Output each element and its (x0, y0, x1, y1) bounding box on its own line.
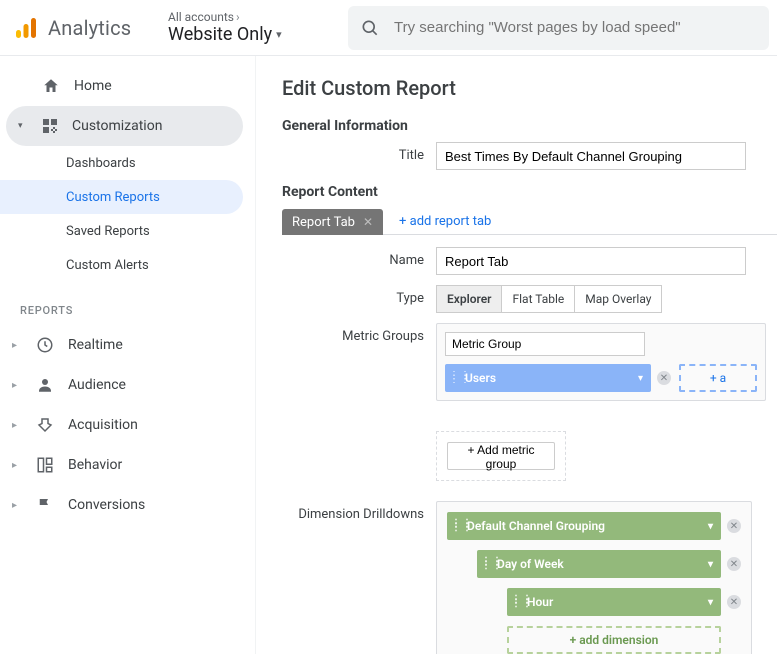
add-dimension-button[interactable]: + add dimension (507, 626, 721, 654)
caret-down-icon: ▾ (276, 28, 282, 41)
title-label: Title (282, 142, 436, 163)
caret-down-icon: ▾ (708, 559, 713, 570)
remove-dimension-icon[interactable]: ✕ (727, 519, 741, 533)
dimension-chip-2[interactable]: ⋮⋮⋮⋮ Hour ▾ (507, 588, 721, 616)
sidebar-sub-dashboards[interactable]: Dashboards (0, 146, 243, 180)
clock-icon (34, 336, 56, 354)
metric-groups-label: Metric Groups (282, 323, 436, 344)
home-icon (42, 77, 60, 95)
add-metric-slot[interactable]: + a (679, 364, 757, 392)
dimension-drilldowns-label: Dimension Drilldowns (282, 501, 436, 522)
customization-icon (42, 118, 58, 134)
chevron-right-icon: ▸ (12, 340, 22, 351)
sidebar-item-conversions[interactable]: ▸ Conversions (0, 485, 255, 525)
dimension-drilldown-box: ⋮⋮⋮⋮ Default Channel Grouping ▾ ✕ ⋮⋮⋮⋮ D… (436, 501, 752, 654)
account-switcher[interactable]: All accounts › Website Only ▾ (168, 6, 338, 49)
product-name: Analytics (48, 16, 131, 40)
caret-down-icon: ▾ (638, 373, 643, 384)
sidebar-item-label: Acquisition (68, 417, 138, 433)
account-switcher-top: All accounts (168, 10, 234, 24)
chevron-right-icon: › (236, 10, 240, 24)
caret-down-icon: ▾ (18, 121, 28, 131)
drag-handle-icon[interactable]: ⋮⋮⋮⋮ (481, 560, 491, 568)
page-title: Edit Custom Report (282, 76, 777, 100)
sidebar-item-behavior[interactable]: ▸ Behavior (0, 445, 255, 485)
remove-metric-icon[interactable]: ✕ (657, 371, 671, 385)
account-switcher-main: Website Only (168, 24, 272, 45)
search-input[interactable] (394, 19, 757, 36)
remove-dimension-icon[interactable]: ✕ (727, 557, 741, 571)
metric-group-box: ⋮⋮⋮⋮ Users ▾ ✕ + a (436, 323, 766, 401)
flag-icon (34, 496, 56, 514)
report-tab-chip[interactable]: Report Tab ✕ (282, 209, 383, 235)
main-content: Edit Custom Report General Information T… (256, 56, 777, 654)
drag-handle-icon[interactable]: ⋮⋮⋮⋮ (511, 598, 521, 606)
reports-section-label: REPORTS (0, 282, 255, 325)
sidebar: Home ▾ Customization Dashboards Custom R… (0, 56, 256, 654)
metric-chip-label: Users (465, 371, 638, 385)
type-button-group: Explorer Flat Table Map Overlay (436, 285, 777, 313)
dimension-chip-0[interactable]: ⋮⋮⋮⋮ Default Channel Grouping ▾ (447, 512, 721, 540)
report-name-input[interactable] (436, 247, 746, 275)
close-icon[interactable]: ✕ (363, 215, 373, 229)
caret-down-icon: ▾ (708, 521, 713, 532)
report-tab-label: Report Tab (292, 215, 355, 230)
searchbar[interactable] (348, 6, 769, 50)
ga-logo-icon (14, 16, 38, 40)
add-metric-group-button[interactable]: + Add metric group (447, 442, 555, 470)
chevron-right-icon: ▸ (12, 460, 22, 471)
chevron-right-icon: ▸ (12, 420, 22, 431)
sidebar-item-customization[interactable]: ▾ Customization (6, 106, 243, 146)
dimension-chip-label: Hour (527, 595, 708, 609)
acquisition-icon (34, 416, 56, 434)
search-icon (360, 18, 380, 38)
drag-handle-icon[interactable]: ⋮⋮⋮⋮ (451, 522, 461, 530)
behavior-icon (34, 456, 56, 474)
sidebar-item-acquisition[interactable]: ▸ Acquisition (0, 405, 255, 445)
type-option-explorer[interactable]: Explorer (436, 285, 502, 313)
dimension-chip-label: Default Channel Grouping (467, 519, 708, 533)
remove-dimension-icon[interactable]: ✕ (727, 595, 741, 609)
sidebar-item-audience[interactable]: ▸ Audience (0, 365, 255, 405)
type-label: Type (282, 285, 436, 306)
dimension-chip-label: Day of Week (497, 557, 708, 571)
caret-down-icon: ▾ (708, 597, 713, 608)
sidebar-sub-saved-reports[interactable]: Saved Reports (0, 214, 243, 248)
sidebar-item-label: Behavior (68, 457, 122, 473)
chevron-right-icon: ▸ (12, 380, 22, 391)
sidebar-item-label: Home (74, 78, 112, 94)
general-info-heading: General Information (282, 118, 777, 134)
dimension-chip-1[interactable]: ⋮⋮⋮⋮ Day of Week ▾ (477, 550, 721, 578)
sidebar-item-home[interactable]: Home (0, 66, 243, 106)
drag-handle-icon[interactable]: ⋮⋮⋮⋮ (449, 374, 459, 382)
chevron-right-icon: ▸ (12, 500, 22, 511)
sidebar-sub-custom-reports[interactable]: Custom Reports (0, 180, 243, 214)
sidebar-item-label: Customization (72, 118, 162, 134)
add-report-tab[interactable]: + add report tab (399, 214, 491, 229)
person-icon (34, 376, 56, 394)
add-metric-group-wrap: + Add metric group (436, 431, 566, 481)
sidebar-item-label: Conversions (68, 497, 145, 513)
metric-chip-users[interactable]: ⋮⋮⋮⋮ Users ▾ (445, 364, 651, 392)
sidebar-item-label: Audience (68, 377, 126, 393)
sidebar-sub-custom-alerts[interactable]: Custom Alerts (0, 248, 243, 282)
metric-group-name-input[interactable] (445, 332, 645, 356)
type-option-map-overlay[interactable]: Map Overlay (575, 285, 662, 313)
report-content-heading: Report Content (282, 184, 777, 200)
type-option-flat-table[interactable]: Flat Table (502, 285, 575, 313)
name-label: Name (282, 247, 436, 268)
title-input[interactable] (436, 142, 746, 170)
sidebar-item-label: Realtime (68, 337, 123, 353)
sidebar-item-realtime[interactable]: ▸ Realtime (0, 325, 255, 365)
